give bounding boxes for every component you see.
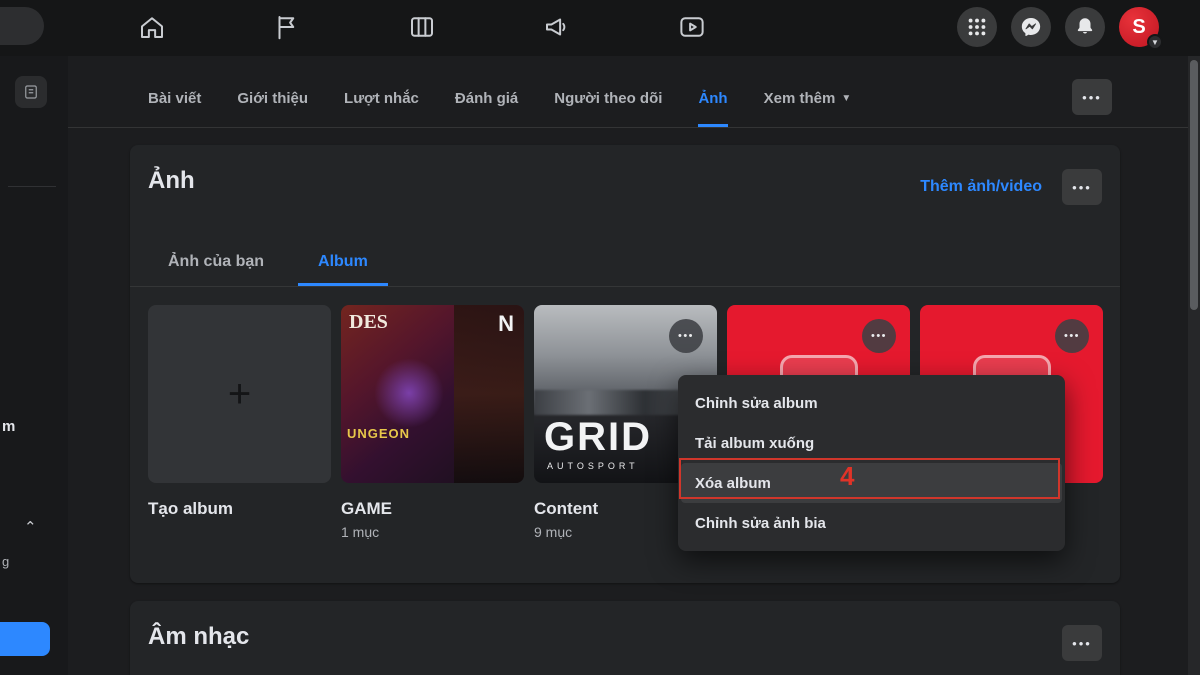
menu-item-edit-cover[interactable]: Chỉnh sửa ảnh bia [681, 503, 1062, 543]
top-navigation-bar: S ▼ [0, 0, 1200, 56]
messenger-icon[interactable] [1011, 7, 1051, 47]
profile-more-options-button[interactable]: ••• [1072, 79, 1112, 115]
music-card-title: Âm nhạc [148, 623, 249, 651]
album-name[interactable]: Tạo album [148, 499, 331, 519]
tab-gioi-thieu[interactable]: Giới thiệu [237, 70, 308, 127]
chevron-down-icon: ▼ [841, 93, 851, 104]
album-context-menu: Chỉnh sửa album Tải album xuống Xóa albu… [678, 375, 1065, 551]
album-game: DES UNGEON N GAME 1 mục [341, 305, 524, 540]
page-logo-icon[interactable] [15, 76, 47, 108]
album-name[interactable]: GAME [341, 499, 524, 519]
chevron-up-icon[interactable]: ⌃ [24, 518, 37, 536]
add-photo-video-link[interactable]: Thêm ảnh/video [920, 178, 1042, 196]
tab-xem-them[interactable]: Xem thêm ▼ [764, 70, 852, 127]
sidebar-blue-button[interactable] [0, 622, 50, 656]
album-art-title: GRID [544, 417, 652, 457]
topbar-right-actions: S ▼ [957, 7, 1159, 47]
tab-danh-gia[interactable]: Đánh giá [455, 70, 518, 127]
album-options-icon[interactable]: ••• [669, 319, 703, 353]
sidebar-partial-text-2: g [2, 554, 9, 569]
sidebar-divider [8, 186, 56, 187]
tab-nguoi-theo-doi[interactable]: Người theo dõi [554, 70, 662, 127]
album-art-subtitle: AUTOSPORT [547, 461, 639, 471]
tab-anh-active[interactable]: Ảnh [698, 70, 727, 127]
notifications-bell-icon[interactable] [1065, 7, 1105, 47]
subtabs-divider [130, 286, 1120, 287]
scrollbar-track[interactable] [1188, 56, 1200, 675]
photos-card-more-button[interactable]: ••• [1062, 169, 1102, 205]
watch-video-icon[interactable] [674, 9, 710, 45]
create-album-tile[interactable]: + [148, 305, 331, 483]
pages-flag-icon[interactable] [269, 9, 305, 45]
plus-icon: + [228, 374, 251, 414]
chevron-down-icon: ▼ [1147, 34, 1163, 50]
music-card-more-button[interactable]: ••• [1062, 625, 1102, 661]
album-art-text: UNGEON [347, 426, 410, 441]
photos-subtabs: Ảnh của bạn Album [148, 241, 388, 286]
topbar-nav-icons [134, 9, 710, 45]
album-game-cover[interactable]: DES UNGEON N [341, 305, 524, 483]
apps-menu-icon[interactable] [957, 7, 997, 47]
corner-cut-element [0, 7, 44, 45]
album-art-text: DES [349, 311, 388, 334]
sidebar-partial-text: m [2, 418, 15, 435]
avatar-initial: S [1132, 16, 1145, 39]
menu-item-delete-album[interactable]: Xóa album [681, 463, 1062, 503]
subtab-albums-active[interactable]: Album [298, 241, 388, 286]
photos-card-title: Ảnh [148, 167, 195, 195]
profile-tab-bar: Bài viết Giới thiệu Lượt nhắc Đánh giá N… [148, 70, 851, 127]
left-sidebar: m ⌃ g [0, 56, 68, 675]
album-options-icon[interactable]: ••• [1055, 319, 1089, 353]
marketplace-icon[interactable] [404, 9, 440, 45]
album-create: + Tạo album [148, 305, 331, 540]
album-art-text: N [498, 311, 514, 337]
tab-bai-viet[interactable]: Bài viết [148, 70, 201, 127]
profile-avatar[interactable]: S ▼ [1119, 7, 1159, 47]
megaphone-icon[interactable] [539, 9, 575, 45]
music-card: Âm nhạc ••• [130, 601, 1120, 675]
menu-item-download-album[interactable]: Tải album xuống [681, 423, 1062, 463]
tab-luot-nhac[interactable]: Lượt nhắc [344, 70, 419, 127]
menu-item-edit-album[interactable]: Chỉnh sửa album [681, 383, 1062, 423]
home-icon[interactable] [134, 9, 170, 45]
tabs-divider [68, 127, 1188, 128]
subtab-your-photos[interactable]: Ảnh của bạn [148, 241, 284, 286]
album-options-icon[interactable]: ••• [862, 319, 896, 353]
scrollbar-thumb[interactable] [1190, 60, 1198, 310]
album-count: 1 mục [341, 524, 524, 540]
